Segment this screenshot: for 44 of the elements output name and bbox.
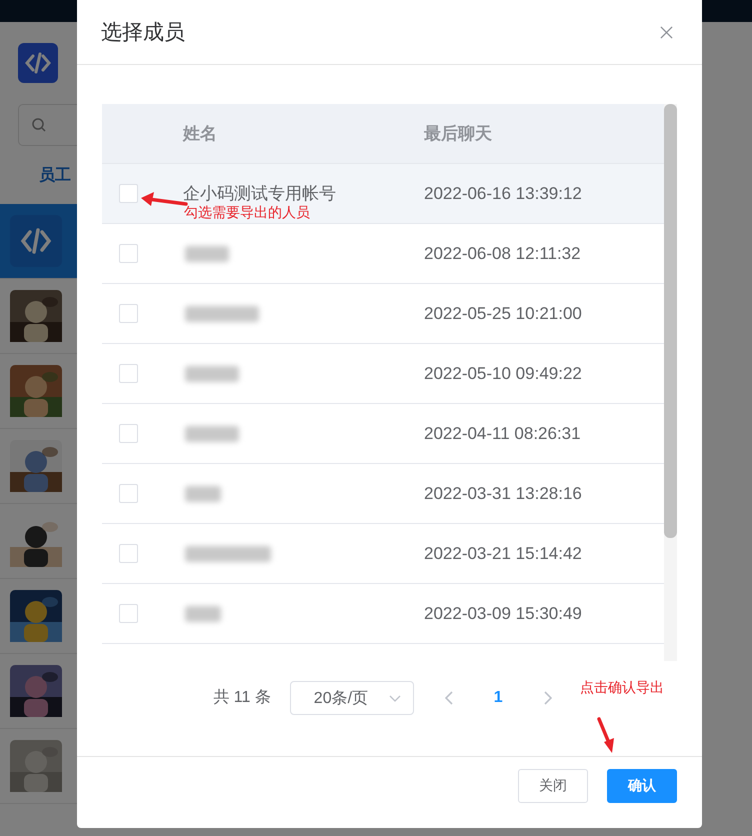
logo-icon xyxy=(10,215,62,267)
table-cell-text: 企小码测试专用帐号 xyxy=(183,183,336,205)
checkbox[interactable] xyxy=(119,304,138,323)
table-cell: 2022-06-16 13:39:12 xyxy=(424,184,582,204)
table-cell: 2022-04-11 08:26:31 xyxy=(424,424,581,444)
checkbox[interactable] xyxy=(119,424,138,443)
checkbox[interactable] xyxy=(119,364,138,383)
table-row[interactable]: 2022-06-08 12:11:32 xyxy=(102,224,664,284)
table-cell: 2022-03-21 15:14:42 xyxy=(424,544,582,564)
checkbox[interactable] xyxy=(119,604,138,623)
checkbox[interactable] xyxy=(119,184,138,203)
dialog-title: 选择成员 xyxy=(101,20,185,46)
scrollbar[interactable] xyxy=(664,104,677,661)
logo-icon xyxy=(18,43,58,83)
checkbox[interactable] xyxy=(119,484,138,503)
annotation-text: 点击确认导出 xyxy=(580,679,664,697)
annotation-arrow xyxy=(597,717,615,754)
column-header: 姓名 xyxy=(183,123,217,145)
page-number[interactable]: 1 xyxy=(494,681,503,715)
contact-item[interactable] xyxy=(0,204,77,279)
page-size-select[interactable]: 20条/页 xyxy=(290,681,414,715)
table-row[interactable]: 2022-03-21 15:14:42 xyxy=(102,524,664,584)
table-cell: 2022-03-09 15:30:49 xyxy=(424,604,582,624)
close-icon[interactable] xyxy=(660,26,673,38)
total-count: 共 11 条 xyxy=(213,688,271,708)
table-row[interactable]: 2022-03-09 15:30:49 xyxy=(102,584,664,644)
table-row[interactable]: 2022-05-25 10:21:00 xyxy=(102,284,664,344)
table-row[interactable]: 2022-04-11 08:26:31 xyxy=(102,404,664,464)
annotation-text: 勾选需要导出的人员 xyxy=(184,204,310,222)
column-header: 最后聊天 xyxy=(424,123,492,145)
table-row[interactable]: 2022-05-10 09:49:22 xyxy=(102,344,664,404)
caret-icon xyxy=(388,694,401,702)
confirm-button[interactable]: 确认 xyxy=(607,769,677,803)
close-button[interactable]: 关闭 xyxy=(518,769,588,803)
table-cell: 2022-05-25 10:21:00 xyxy=(424,304,582,324)
search-icon xyxy=(31,117,47,133)
table-cell: 2022-03-31 13:28:16 xyxy=(424,484,582,504)
table-cell: 2022-05-10 09:49:22 xyxy=(424,364,582,384)
previous-page-icon xyxy=(444,691,453,705)
next-page-icon xyxy=(544,691,552,705)
table-row[interactable]: 2022-03-31 13:28:16 xyxy=(102,464,664,524)
checkbox[interactable] xyxy=(119,244,138,263)
table-cell: 2022-06-08 12:11:32 xyxy=(424,244,581,264)
checkbox[interactable] xyxy=(119,544,138,563)
